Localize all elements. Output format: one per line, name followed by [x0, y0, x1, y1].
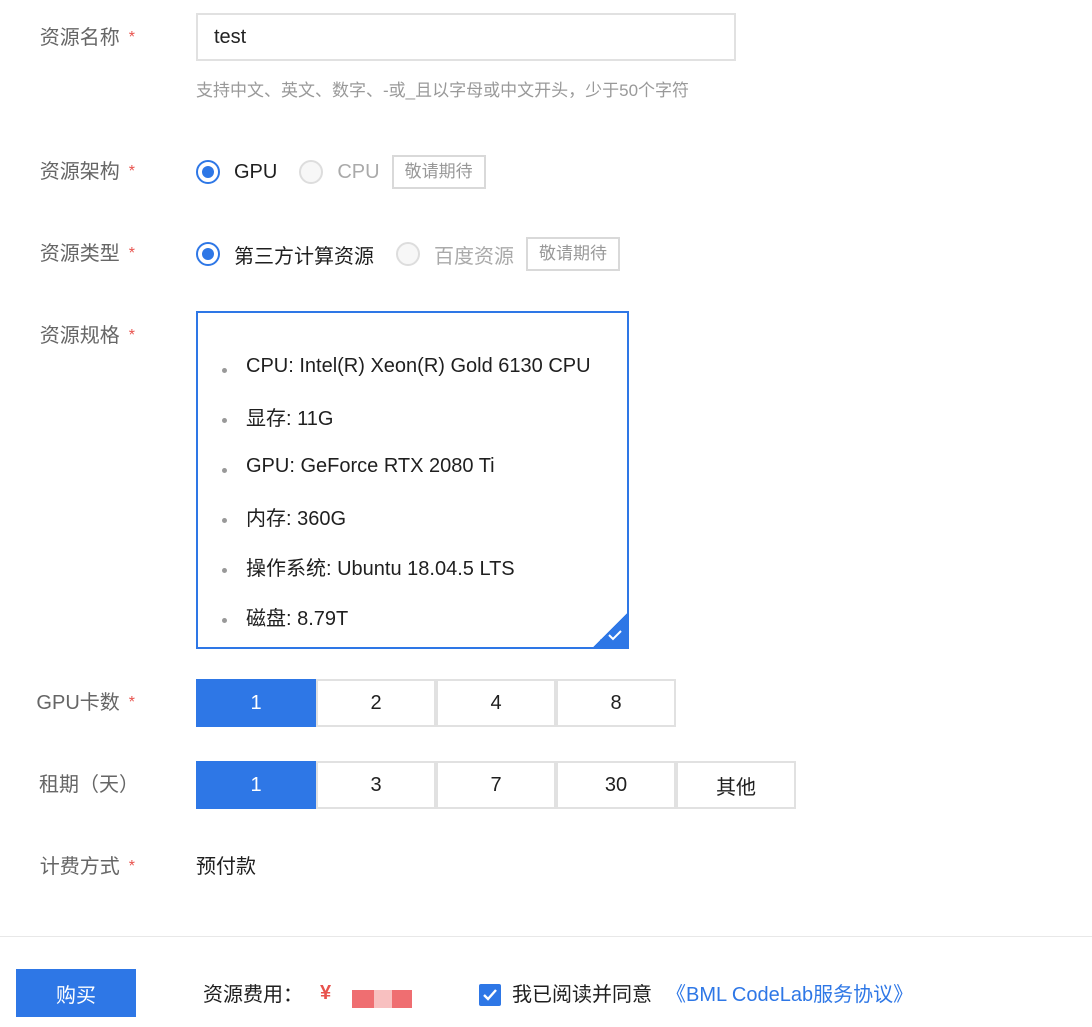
lease-option[interactable]: 3 [316, 761, 436, 809]
spec-label-text: 资源规格 [39, 325, 120, 347]
radio-gpu-label: GPU [234, 160, 278, 183]
bullet-icon [222, 617, 227, 623]
bullet-icon [222, 367, 227, 373]
lease-selector: 1 3 7 30 其他 [196, 761, 796, 809]
gpu-count-label-text: GPU卡数 [36, 692, 120, 714]
spec-item: CPU: Intel(R) Xeon(R) Gold 6130 CPU [222, 341, 591, 391]
architecture-label-text: 资源架构 [39, 161, 120, 183]
lease-option[interactable]: 其他 [676, 761, 796, 809]
spec-item: 磁盘: 8.79T [222, 591, 591, 641]
bullet-icon [222, 417, 227, 423]
buy-button[interactable]: 购买 [16, 969, 136, 1017]
spec-item-text: 磁盘: 8.79T [246, 607, 349, 630]
name-label: 资源名称 * [0, 24, 135, 54]
name-hint: 支持中文、英文、数字、-或_且以字母或中文开头，少于50个字符 [196, 81, 690, 100]
radio-checked-icon[interactable] [196, 242, 220, 266]
spec-item: GPU: GeForce RTX 2080 Ti [222, 441, 591, 491]
spec-item: 显存: 11G [222, 391, 591, 441]
architecture-radio-group: GPU CPU 敬请期待 [196, 155, 486, 189]
required-mark: * [128, 694, 135, 711]
bullet-icon [222, 567, 227, 573]
required-mark: * [128, 858, 135, 875]
radio-unchecked-icon[interactable] [299, 160, 324, 184]
lease-label: 租期（天） [0, 771, 139, 799]
lease-option[interactable]: 1 [196, 761, 316, 809]
required-mark: * [128, 327, 135, 344]
gpu-count-option[interactable]: 4 [436, 679, 556, 727]
billing-label-text: 计费方式 [39, 856, 120, 878]
gpu-count-option[interactable]: 1 [196, 679, 316, 727]
required-mark: * [128, 163, 135, 180]
gpu-count-label: GPU卡数 * [0, 689, 135, 719]
spec-card[interactable]: CPU: Intel(R) Xeon(R) Gold 6130 CPU 显存: … [196, 311, 629, 649]
spec-item-text: 显存: 11G [246, 407, 334, 430]
gpu-count-option[interactable]: 8 [556, 679, 676, 727]
coming-soon-tag: 敬请期待 [526, 237, 620, 271]
radio-checked-icon[interactable] [196, 160, 220, 184]
agree-text: 我已阅读并同意 [512, 984, 652, 1006]
gpu-count-option[interactable]: 2 [316, 679, 436, 727]
radio-unchecked-icon[interactable] [396, 242, 420, 266]
checkmark-icon [608, 630, 622, 641]
agreement-link[interactable]: 《BML CodeLab服务协议》 [666, 981, 913, 1009]
bullet-icon [222, 467, 227, 473]
lease-label-text: 租期（天） [39, 774, 139, 796]
fee-label: 资源费用： [203, 984, 303, 1006]
purchase-footer: 购买 资源费用： ¥ 我已阅读并同意 《BML CodeLab服务协议》 [0, 936, 1092, 1027]
lease-option[interactable]: 30 [556, 761, 676, 809]
radio-third-party[interactable]: 第三方计算资源 [196, 240, 374, 269]
radio-cpu[interactable]: CPU [299, 160, 380, 184]
fee-amount-redacted [352, 990, 412, 1008]
required-mark: * [128, 245, 135, 262]
spec-item: 内存: 360G [222, 491, 591, 541]
spec-label: 资源规格 * [0, 322, 135, 352]
radio-cpu-label: CPU [337, 160, 380, 183]
radio-baidu-label: 百度资源 [434, 245, 514, 268]
spec-item-text: GPU: GeForce RTX 2080 Ti [246, 454, 495, 477]
spec-item-text: 内存: 360G [246, 507, 347, 530]
bullet-icon [222, 517, 227, 523]
type-radio-group: 第三方计算资源 百度资源 敬请期待 [196, 237, 620, 271]
billing-value: 预付款 [196, 856, 256, 878]
resource-name-input[interactable] [196, 13, 736, 61]
billing-label: 计费方式 * [0, 853, 135, 883]
gpu-count-selector: 1 2 4 8 [196, 679, 676, 727]
architecture-label: 资源架构 * [0, 158, 135, 188]
type-label: 资源类型 * [0, 240, 135, 270]
radio-third-party-label: 第三方计算资源 [234, 245, 374, 268]
spec-item-text: CPU: Intel(R) Xeon(R) Gold 6130 CPU [246, 354, 591, 377]
required-mark: * [128, 29, 135, 46]
fee-currency: ¥ [320, 982, 332, 1004]
type-label-text: 资源类型 [39, 243, 120, 265]
radio-baidu[interactable]: 百度资源 [396, 240, 514, 269]
lease-option[interactable]: 7 [436, 761, 556, 809]
radio-gpu[interactable]: GPU [196, 160, 277, 184]
spec-item-text: 操作系统: Ubuntu 18.04.5 LTS [246, 557, 515, 580]
checkmark-icon [483, 989, 497, 1001]
name-label-text: 资源名称 [39, 27, 120, 49]
coming-soon-tag: 敬请期待 [391, 155, 486, 189]
agree-checkbox[interactable] [479, 984, 501, 1006]
spec-list: CPU: Intel(R) Xeon(R) Gold 6130 CPU 显存: … [222, 341, 591, 641]
spec-item: 操作系统: Ubuntu 18.04.5 LTS [222, 541, 591, 591]
